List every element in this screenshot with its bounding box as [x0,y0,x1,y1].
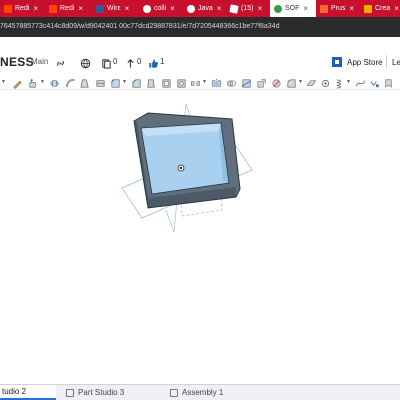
roblox-icon [229,3,239,14]
link-icon[interactable] [55,56,66,67]
browser-tab[interactable]: Java × [183,0,226,17]
curve-icon[interactable] [355,76,366,87]
modify-fillet-icon[interactable] [286,76,297,88]
browser-tab-label: (15) [241,5,254,12]
browser-tab-label: SOF [285,5,300,12]
prusa-icon [320,4,328,13]
thicken-icon[interactable] [95,76,106,87]
tray-part[interactable] [133,112,241,209]
extrude-icon[interactable] [28,76,39,88]
browser-tab-label: colli [154,5,167,12]
versions-count: 0 [113,57,118,66]
app-store-label: App Store [347,57,383,67]
site-icon [96,4,104,13]
browser-tab-strip: Redi × Redi × Wirε × colli × Java × (15)… [0,0,400,17]
comments-count: 0 [137,57,142,66]
chevron-down-icon[interactable]: ▼ [202,79,207,85]
app-store-button[interactable]: App Store [332,55,383,69]
mate-connector-icon[interactable] [320,76,331,88]
branch-label[interactable]: Main [31,57,48,66]
shell-icon[interactable] [161,76,172,88]
browser-tab-label: Redi [60,5,75,12]
likes-count: 1 [160,57,165,66]
chamfer-icon[interactable] [131,76,142,88]
document-title[interactable]: NESS [0,55,34,69]
tab-label: tudio 2 [2,387,27,396]
browser-tab[interactable]: Prus × [316,0,360,17]
transform-icon[interactable] [256,76,267,88]
close-icon[interactable]: × [303,4,308,13]
delete-part-icon[interactable] [271,76,282,88]
app-store-icon [332,57,342,67]
browser-tab[interactable]: Redi × [0,0,45,17]
sweep-icon[interactable] [65,76,76,88]
globe-icon[interactable] [80,56,91,69]
google-icon [143,4,151,13]
tab-part-studio-2[interactable]: tudio 2 [0,385,56,400]
address-bar[interactable]: 76457885773c414c8d09/w/d9042401 00c77dcd… [0,17,400,37]
browser-tab[interactable]: Crea × [360,0,400,17]
browser-tab[interactable]: Wirε × [92,0,139,17]
assembly-icon [170,388,178,397]
reddit-icon [49,4,57,13]
tab-assembly-1[interactable]: Assembly 1 [166,385,256,400]
model-viewport[interactable] [0,90,400,384]
plane-icon[interactable] [306,76,317,87]
tab-label: Assembly 1 [182,388,224,397]
feature-toolbar: ▼ ▼ ▼ ▼ ▼ ▼ [0,74,400,90]
comments-icon[interactable] [125,56,136,68]
mirror-icon[interactable] [211,76,222,89]
part-studio-icon [66,388,74,397]
draft-icon[interactable] [145,76,156,88]
chevron-down-icon[interactable]: ▼ [298,79,303,85]
reddit-icon [4,4,12,13]
document-tab-bar: tudio 2 Part Studio 3 Assembly 1 [0,384,400,400]
site-icon [364,4,372,13]
chevron-down-icon[interactable]: ▼ [122,79,127,85]
variable-icon[interactable] [369,76,380,88]
hole-icon[interactable] [176,76,187,88]
browser-tab-active[interactable]: SOF × [270,0,316,17]
tab-label: Part Studio 3 [78,388,125,397]
custom-feature-icon[interactable] [383,76,394,88]
close-icon[interactable]: × [349,4,354,13]
browser-tab-label: Prus [331,5,346,12]
browser-tab[interactable]: (15) × [226,0,270,17]
titlebar-divider [386,55,387,69]
browser-tab[interactable]: Redi × [45,0,92,17]
linear-pattern-icon[interactable] [190,76,201,87]
close-icon[interactable]: × [33,4,38,13]
close-icon[interactable]: × [78,4,83,13]
origin-icon[interactable] [177,164,185,172]
fillet-icon[interactable] [110,76,121,88]
plane-edge [165,209,175,233]
close-icon[interactable]: × [217,4,222,13]
google-icon [187,4,195,13]
loft-icon[interactable] [79,76,90,88]
like-icon[interactable] [148,56,159,68]
close-icon[interactable]: × [170,4,175,13]
revolve-icon[interactable] [49,76,60,87]
versions-icon[interactable] [101,56,112,69]
browser-tab-label: Redi [15,5,30,12]
close-icon[interactable]: × [125,4,130,13]
boolean-icon[interactable] [226,76,237,87]
learn-button[interactable]: Le [392,58,400,67]
close-icon[interactable]: × [257,4,262,13]
chevron-down-icon[interactable]: ▼ [1,79,6,85]
chevron-down-icon[interactable]: ▼ [40,79,45,85]
split-icon[interactable] [241,76,252,88]
sketch-icon[interactable] [12,76,23,89]
url-text: 76457885773c414c8d09/w/d9042401 00c77dcd… [0,23,280,30]
browser-tab[interactable]: colli × [139,0,183,17]
onshape-icon [274,4,282,13]
browser-tab-label: Wirε [107,5,121,12]
close-icon[interactable]: × [394,4,399,13]
browser-tab-label: Java [198,5,213,12]
browser-tab-label: Crea [375,5,391,12]
chevron-down-icon[interactable]: ▼ [346,79,351,85]
tab-part-studio-3[interactable]: Part Studio 3 [62,385,162,400]
graphics-area[interactable] [0,90,400,384]
helix-icon[interactable] [334,76,345,89]
